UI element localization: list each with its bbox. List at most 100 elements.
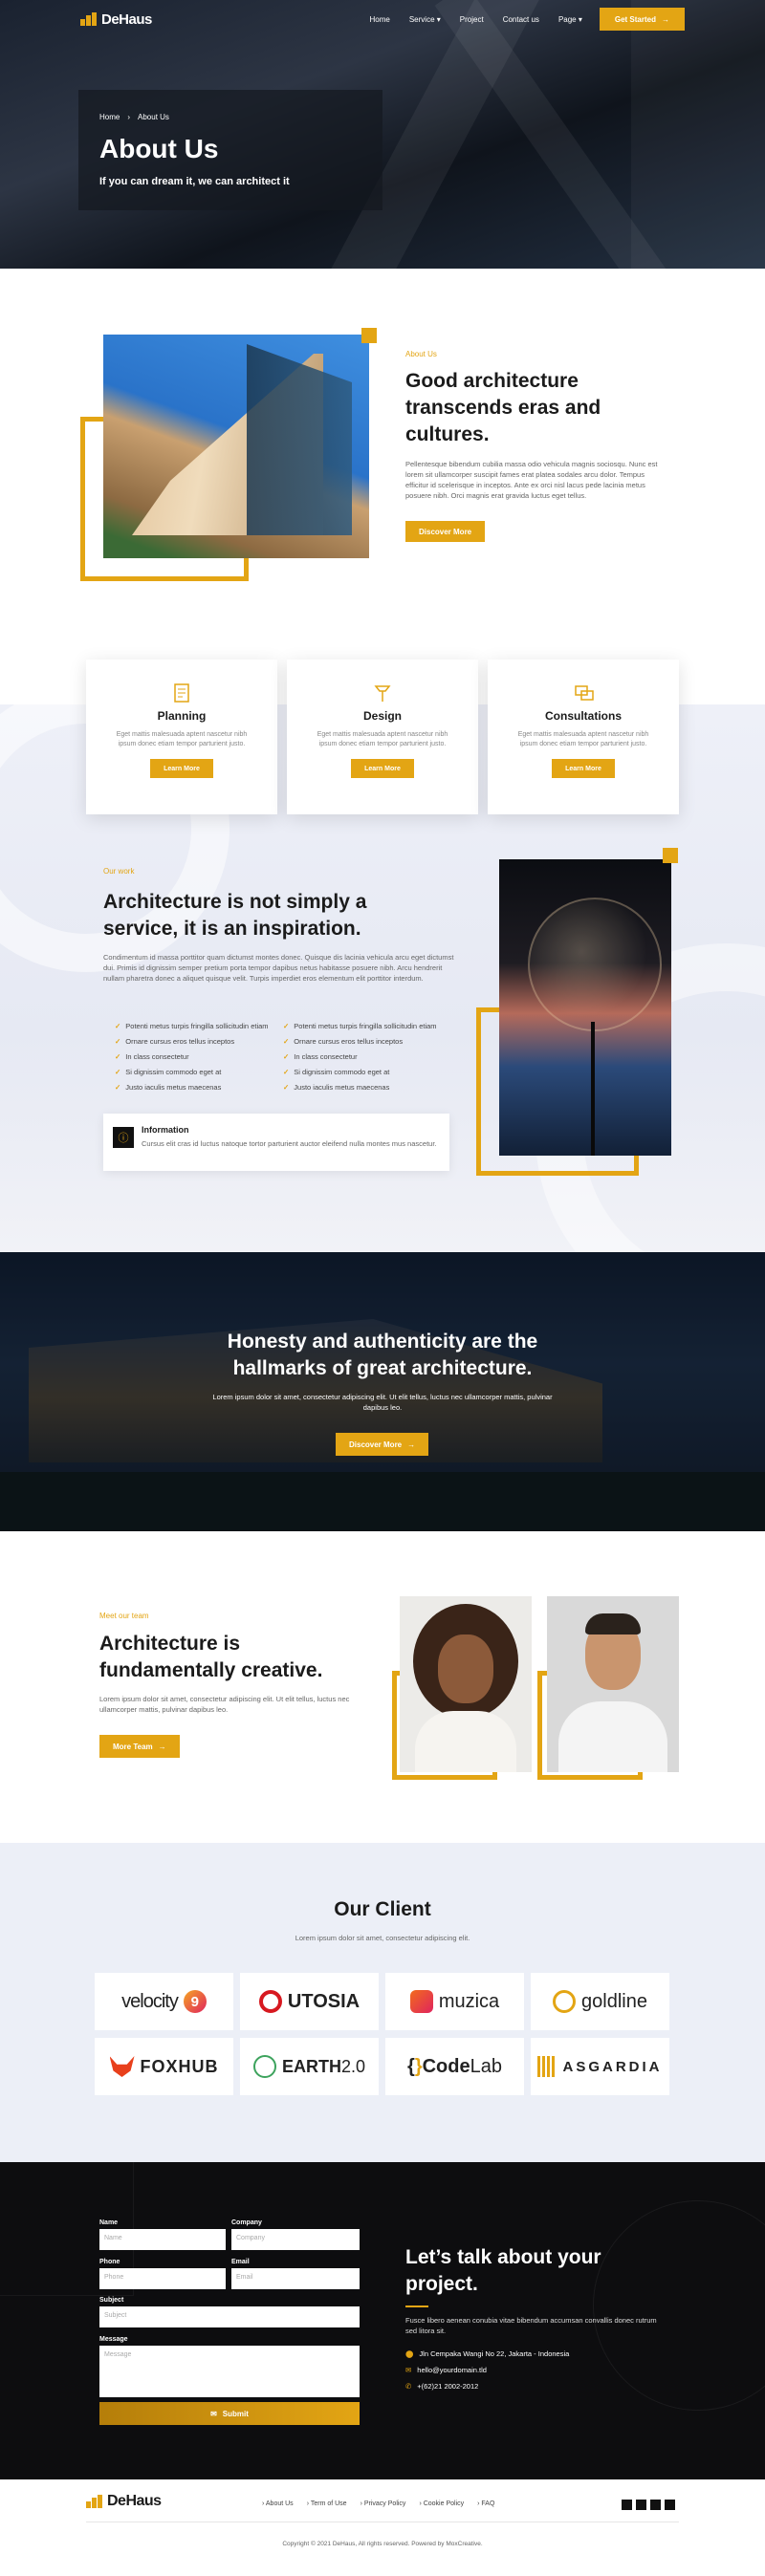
hero-subtitle: If you can dream it, we can architect it bbox=[99, 176, 290, 187]
client-logo-velocity[interactable]: velocity 9 bbox=[95, 1973, 233, 2030]
about-title: Good architecture transcends eras and cu… bbox=[405, 370, 601, 445]
message-field[interactable]: Message bbox=[99, 2346, 360, 2397]
client-logo-muzica[interactable]: muzica bbox=[385, 1973, 524, 2030]
list-item: ✓ Justo iaculis metus maecenas bbox=[283, 1083, 390, 1092]
about-image bbox=[103, 335, 369, 558]
about-body: Pellentesque bibendum cubilia massa odio… bbox=[405, 460, 658, 500]
subject-field[interactable]: Subject bbox=[99, 2306, 360, 2327]
document-icon bbox=[172, 682, 191, 704]
client-logo-codelab[interactable]: {}CodeLab bbox=[385, 2038, 524, 2095]
about-eyebrow: About Us bbox=[405, 350, 437, 358]
footer-link-faq[interactable]: › FAQ bbox=[477, 2500, 494, 2507]
facebook-icon[interactable] bbox=[622, 2500, 632, 2510]
subject-label: Subject bbox=[99, 2297, 124, 2304]
phone-icon: ✆ bbox=[405, 2382, 412, 2391]
card-title: Planning bbox=[157, 709, 207, 723]
team-body: Lorem ipsum dolor sit amet, consectetur … bbox=[99, 1695, 350, 1714]
linkedin-icon[interactable] bbox=[650, 2500, 661, 2510]
drafting-icon bbox=[373, 682, 392, 704]
hero-card: Home › About Us About Us If you can drea… bbox=[78, 90, 382, 210]
phone-field[interactable]: Phone bbox=[99, 2268, 226, 2289]
page-title: About Us bbox=[99, 134, 219, 163]
nav-page[interactable]: Page ▾ bbox=[558, 15, 582, 24]
check-list: ✓ Potenti metus turpis fringilla sollicit… bbox=[115, 1022, 446, 1093]
divider bbox=[405, 2305, 428, 2307]
footer-link-about[interactable]: › About Us bbox=[262, 2500, 294, 2507]
send-icon: ✉ bbox=[210, 2409, 217, 2418]
client-logo-foxhub[interactable]: FOXHUB bbox=[95, 2038, 233, 2095]
footer-link-privacy[interactable]: › Privacy Policy bbox=[361, 2500, 406, 2507]
team-photo-woman bbox=[400, 1596, 532, 1772]
address-row: ⬤ Jln Cempaka Wangi No 22, Jakarta - Indo… bbox=[405, 2349, 570, 2358]
clients-subtitle: Lorem ipsum dolor sit amet, consectetur … bbox=[295, 1934, 470, 1942]
check-icon: ✓ bbox=[115, 1068, 121, 1076]
list-item: ✓ In class consectetur bbox=[283, 1052, 358, 1061]
arrow-right-icon: → bbox=[158, 1742, 166, 1751]
name-label: Name bbox=[99, 2219, 119, 2226]
social-links bbox=[622, 2500, 675, 2510]
discover-more-button[interactable]: Discover More bbox=[405, 521, 486, 542]
learn-more-button[interactable]: Learn More bbox=[150, 759, 213, 778]
asgardia-icon bbox=[537, 2056, 557, 2077]
learn-more-button[interactable]: Learn More bbox=[351, 759, 414, 778]
location-icon: ⬤ bbox=[405, 2349, 414, 2358]
brand-logo[interactable]: DeHaus bbox=[80, 11, 152, 28]
submit-button[interactable]: ✉ Submit bbox=[99, 2402, 360, 2425]
about-section: About Us Good architecture transcends er… bbox=[0, 269, 765, 704]
footer-links: › About Us › Term of Use › Privacy Polic… bbox=[262, 2500, 494, 2507]
list-item: ✓ Ornare cursus eros tellus inceptos bbox=[115, 1037, 235, 1046]
decor-square bbox=[663, 848, 678, 863]
work-body: Condimentum id massa porttitor quam dict… bbox=[103, 953, 454, 983]
team-title: Architecture is fundamentally creative. bbox=[99, 1633, 323, 1681]
discover-more-button[interactable]: Discover More → bbox=[336, 1433, 429, 1456]
check-icon: ✓ bbox=[283, 1037, 290, 1046]
client-logo-goldline[interactable]: goldline bbox=[531, 1973, 669, 2030]
breadcrumb-home[interactable]: Home bbox=[99, 113, 120, 121]
card-title: Design bbox=[362, 709, 402, 723]
info-body: Cursus elit cras id luctus natoque torto… bbox=[142, 1139, 437, 1148]
client-logo-utosia[interactable]: UTOSIA bbox=[240, 1973, 379, 2030]
more-team-button[interactable]: More Team → bbox=[99, 1735, 180, 1758]
clients-section: Our Client Lorem ipsum dolor sit amet, c… bbox=[0, 1843, 765, 2162]
goldline-icon bbox=[553, 1990, 577, 2013]
email-row[interactable]: ✉ hello@yourdomain.tld bbox=[405, 2366, 487, 2374]
team-section: Meet our team Architecture is fundamenta… bbox=[0, 1531, 765, 1843]
utosia-icon bbox=[258, 1990, 282, 2013]
nav-contact[interactable]: Contact us bbox=[503, 15, 539, 24]
youtube-icon[interactable] bbox=[665, 2500, 675, 2510]
team-eyebrow: Meet our team bbox=[99, 1612, 149, 1620]
list-item: ✓ Ornare cursus eros tellus inceptos bbox=[283, 1037, 404, 1046]
footer-link-terms[interactable]: › Term of Use bbox=[307, 2500, 347, 2507]
client-logo-earth[interactable]: EARTH2.0 bbox=[240, 2038, 379, 2095]
check-icon: ✓ bbox=[283, 1068, 290, 1076]
twitter-icon[interactable] bbox=[636, 2500, 646, 2510]
card-body: Eget mattis malesuada aptent nascetur ni… bbox=[317, 731, 448, 747]
check-icon: ✓ bbox=[283, 1083, 290, 1092]
message-label: Message bbox=[99, 2336, 128, 2343]
arrow-right-icon: → bbox=[662, 14, 669, 24]
phone-label: Phone bbox=[99, 2259, 120, 2265]
list-item: ✓ Si dignissim commodo eget at bbox=[283, 1068, 390, 1076]
chat-icon bbox=[574, 682, 594, 704]
mail-icon: ✉ bbox=[405, 2366, 412, 2374]
list-item: ✓ In class consectetur bbox=[115, 1052, 189, 1061]
company-field[interactable]: Company bbox=[231, 2229, 360, 2250]
quote-title: Honesty and authenticity are the hallmar… bbox=[227, 1331, 538, 1379]
learn-more-button[interactable]: Learn More bbox=[552, 759, 615, 778]
nav-home[interactable]: Home bbox=[370, 15, 390, 24]
arrow-right-icon: → bbox=[407, 1440, 416, 1449]
contact-section: Name Company Name Company Phone Email Ph… bbox=[0, 2162, 765, 2479]
decor-square bbox=[361, 328, 377, 343]
phone-row[interactable]: ✆ +(62)21 2002-2012 bbox=[405, 2382, 478, 2391]
nav-service[interactable]: Service ▾ bbox=[409, 15, 441, 24]
get-started-button[interactable]: Get Started → bbox=[599, 8, 685, 31]
footer-link-cookie[interactable]: › Cookie Policy bbox=[419, 2500, 464, 2507]
check-icon: ✓ bbox=[115, 1052, 121, 1061]
breadcrumb: Home › About Us bbox=[99, 113, 169, 121]
nav-project[interactable]: Project bbox=[460, 15, 484, 24]
footer-logo[interactable]: DeHaus bbox=[86, 2493, 162, 2510]
team-photo-man bbox=[547, 1596, 679, 1772]
name-field[interactable]: Name bbox=[99, 2229, 226, 2250]
client-logo-asgardia[interactable]: ASGARDIA bbox=[531, 2038, 669, 2095]
email-field[interactable]: Email bbox=[231, 2268, 360, 2289]
